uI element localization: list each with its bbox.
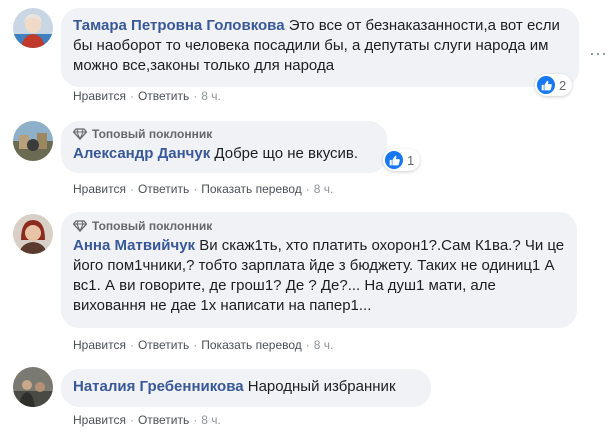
comment-text: Добре що не вкусив. [214,145,359,162]
separator: · [129,338,134,352]
separator: · [305,338,310,352]
comment-time[interactable]: 8 ч. [201,413,221,427]
like-reaction-icon [385,151,403,169]
separator: · [193,413,198,427]
separator: · [193,182,198,196]
avatar-photo-icon [13,214,53,254]
comment-author[interactable]: Наталия Гребенникова [73,378,244,395]
avatar[interactable] [13,367,53,407]
reaction-count[interactable]: 2 [535,74,573,96]
avatar-photo-icon [13,8,53,48]
avatar[interactable] [13,214,53,254]
like-link[interactable]: Нравится [73,413,126,427]
reply-link[interactable]: Ответить [138,338,189,352]
like-link[interactable]: Нравится [73,89,126,103]
like-link[interactable]: Нравится [73,182,126,196]
avatar-photo-icon [13,367,53,407]
like-link[interactable]: Нравится [73,338,126,352]
diamond-icon [73,220,87,232]
separator: · [129,89,134,103]
top-fan-badge: Топовый поклонник [73,218,565,234]
separator: · [193,338,198,352]
comment-actions: Нравится · Ответить · Показать перевод · 8 ч. [73,181,333,197]
separator: · [193,89,198,103]
comment-author[interactable]: Александр Данчук [73,145,210,162]
reaction-count[interactable]: 1 [383,149,421,171]
translate-link[interactable]: Показать перевод [201,182,302,196]
separator: · [129,182,134,196]
comment-bubble: Топовый поклонник Александр Данчук Добре… [61,121,387,173]
separator: · [305,182,310,196]
diamond-icon [73,128,87,140]
comment-author[interactable]: Анна Матвийчук [73,237,195,254]
reaction-count-value: 1 [407,152,415,168]
comment-bubble: Тамара Петровна Головкова Это все от без… [61,8,579,87]
avatar[interactable] [13,121,53,161]
avatar-photo-icon [13,121,53,161]
comment-text: Народный избранник [247,378,396,395]
top-fan-badge: Топовый поклонник [73,126,375,142]
badge-label: Топовый поклонник [92,127,213,141]
comment-actions: Нравится · Ответить · 8 ч. [73,412,221,428]
comment-bubble: Наталия Гребенникова Народный избранник [61,369,431,407]
like-reaction-icon [537,76,555,94]
reply-link[interactable]: Ответить [138,182,189,196]
translate-link[interactable]: Показать перевод [201,338,302,352]
separator: · [129,413,134,427]
reaction-count-value: 2 [559,77,567,93]
reply-link[interactable]: Ответить [138,413,189,427]
comment-actions: Нравится · Ответить · 8 ч. [73,88,221,104]
comment-author[interactable]: Тамара Петровна Головкова [73,17,285,34]
comment-bubble: Топовый поклонник Анна Матвийчук Ви скаж… [61,212,577,328]
more-options-icon[interactable]: ⋯ [589,44,607,65]
comment-time[interactable]: 8 ч. [314,182,334,196]
reply-link[interactable]: Ответить [138,89,189,103]
comment-actions: Нравится · Ответить · Показать перевод · 8 ч. [73,337,333,353]
avatar[interactable] [13,8,53,48]
badge-label: Топовый поклонник [92,219,213,233]
comment-time[interactable]: 8 ч. [201,89,221,103]
comment-time[interactable]: 8 ч. [314,338,334,352]
